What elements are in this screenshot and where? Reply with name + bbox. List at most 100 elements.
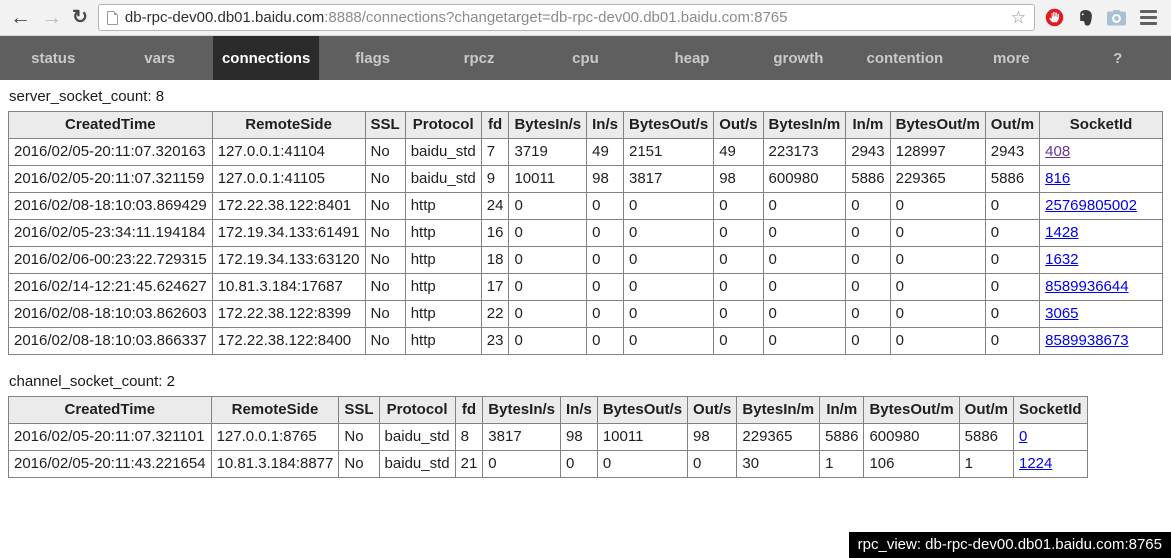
adblock-hand-icon[interactable] (1045, 8, 1064, 27)
evernote-elephant-icon[interactable] (1076, 8, 1095, 27)
tab-cpu[interactable]: cpu (532, 36, 638, 80)
forward-button[interactable]: → (41, 7, 62, 28)
socket-id-cell: 1224 (1014, 451, 1088, 478)
table-cell: 0 (509, 274, 587, 301)
table-cell: 0 (890, 328, 985, 355)
socket-id-cell: 816 (1040, 166, 1163, 193)
page-content: server_socket_count: 8 CreatedTimeRemote… (0, 80, 1171, 478)
table-cell: 127.0.0.1:8765 (211, 424, 339, 451)
table-cell: 172.19.34.133:63120 (212, 247, 365, 274)
table-cell: 49 (714, 139, 763, 166)
tab-contention[interactable]: contention (852, 36, 958, 80)
table-cell: 30 (737, 451, 820, 478)
table-cell: 0 (509, 193, 587, 220)
column-header: In/m (820, 397, 864, 424)
table-cell: 8 (455, 424, 483, 451)
tab-growth[interactable]: growth (745, 36, 851, 80)
socket-link[interactable]: 8589938673 (1045, 332, 1128, 349)
table-cell: 0 (890, 193, 985, 220)
table-cell: http (405, 274, 481, 301)
table-cell: 0 (890, 247, 985, 274)
table-cell: 49 (587, 139, 624, 166)
tab-flags[interactable]: flags (319, 36, 425, 80)
socket-link[interactable]: 1224 (1019, 455, 1052, 472)
table-cell: 2943 (846, 139, 890, 166)
table-cell: 0 (509, 301, 587, 328)
socket-link[interactable]: 8589936644 (1045, 278, 1128, 295)
table-cell: baidu_std (379, 424, 455, 451)
screenshot-camera-icon[interactable] (1107, 8, 1126, 27)
table-cell: http (405, 193, 481, 220)
socket-link[interactable]: 1428 (1045, 224, 1078, 241)
url-host: db-rpc-dev00.db01.baidu.com (125, 9, 324, 26)
table-cell: 5886 (846, 166, 890, 193)
column-header: BytesIn/m (737, 397, 820, 424)
table-cell: 0 (587, 247, 624, 274)
table-cell: 0 (985, 328, 1039, 355)
socket-link[interactable]: 25769805002 (1045, 197, 1137, 214)
table-cell: 98 (587, 166, 624, 193)
table-cell: No (365, 274, 405, 301)
browser-menu-icon[interactable] (1138, 8, 1159, 27)
url-path: :8888/connections?changetarget=db-rpc-de… (324, 9, 787, 26)
table-cell: 0 (623, 328, 713, 355)
table-cell: 0 (483, 451, 561, 478)
tab-status[interactable]: status (0, 36, 106, 80)
table-cell: 2943 (985, 139, 1039, 166)
bookmark-star-icon[interactable]: ☆ (1011, 9, 1026, 26)
table-cell: No (365, 301, 405, 328)
table-cell: 10011 (597, 424, 687, 451)
channel-sockets-table: CreatedTimeRemoteSideSSLProtocolfdBytesI… (8, 396, 1088, 478)
table-cell: 0 (623, 247, 713, 274)
table-cell: 98 (561, 424, 598, 451)
reload-button[interactable]: ↻ (72, 8, 88, 27)
socket-link[interactable]: 1632 (1045, 251, 1078, 268)
table-cell: 0 (714, 193, 763, 220)
table-cell: http (405, 301, 481, 328)
table-cell: 2016/02/14-12:21:45.624627 (9, 274, 213, 301)
column-header: Out/s (714, 112, 763, 139)
table-cell: http (405, 220, 481, 247)
table-cell: 5886 (820, 424, 864, 451)
table-cell: 223173 (763, 139, 846, 166)
socket-link[interactable]: 3065 (1045, 305, 1078, 322)
table-cell: 0 (587, 274, 624, 301)
column-header: SocketId (1014, 397, 1088, 424)
table-header-row: CreatedTimeRemoteSideSSLProtocolfdBytesI… (9, 397, 1088, 424)
table-cell: No (365, 193, 405, 220)
table-cell: 172.19.34.133:61491 (212, 220, 365, 247)
socket-link[interactable]: 0 (1019, 428, 1027, 445)
socket-id-cell: 1632 (1040, 247, 1163, 274)
column-header: In/s (587, 112, 624, 139)
table-row: 2016/02/05-23:34:11.194184172.19.34.133:… (9, 220, 1163, 247)
table-cell: No (365, 247, 405, 274)
table-cell: 98 (714, 166, 763, 193)
table-cell: 0 (763, 193, 846, 220)
table-cell: 10.81.3.184:8877 (211, 451, 339, 478)
back-button[interactable]: ← (10, 7, 31, 28)
socket-link[interactable]: 408 (1045, 143, 1070, 160)
tab-[interactable]: ? (1065, 36, 1171, 80)
tab-more[interactable]: more (958, 36, 1064, 80)
column-header: CreatedTime (9, 397, 212, 424)
column-header: fd (455, 397, 483, 424)
table-cell: 172.22.38.122:8401 (212, 193, 365, 220)
table-cell: 10011 (509, 166, 587, 193)
table-cell: 1 (959, 451, 1013, 478)
server-sockets-table: CreatedTimeRemoteSideSSLProtocolfdBytesI… (8, 111, 1163, 355)
rpc-view-status-badge: rpc_view: db-rpc-dev00.db01.baidu.com:87… (849, 532, 1171, 558)
socket-link[interactable]: 816 (1045, 170, 1070, 187)
table-cell: http (405, 247, 481, 274)
tab-heap[interactable]: heap (639, 36, 745, 80)
tab-connections[interactable]: connections (213, 36, 319, 80)
table-cell: 0 (587, 301, 624, 328)
column-header: Out/s (688, 397, 737, 424)
table-cell: 3817 (483, 424, 561, 451)
table-cell: 2016/02/05-20:11:07.321101 (9, 424, 212, 451)
address-bar[interactable]: db-rpc-dev00.db01.baidu.com:8888/connect… (98, 4, 1035, 31)
table-cell: No (365, 220, 405, 247)
table-cell: 17 (481, 274, 509, 301)
table-cell: No (339, 451, 379, 478)
tab-vars[interactable]: vars (106, 36, 212, 80)
tab-rpcz[interactable]: rpcz (426, 36, 532, 80)
